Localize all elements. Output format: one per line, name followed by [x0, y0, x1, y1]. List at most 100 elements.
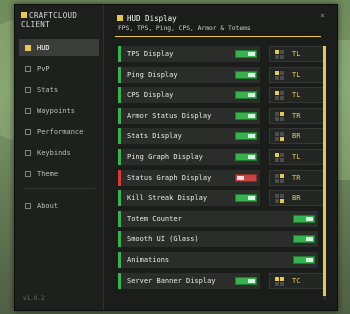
module-item[interactable]: Ping Graph Display [118, 149, 260, 165]
module-label: Totem Counter [127, 215, 182, 223]
module-label: Armor Status Display [127, 112, 212, 120]
module-toggle[interactable] [235, 132, 257, 140]
module-toggle[interactable] [235, 194, 257, 202]
position-grid-icon [275, 276, 284, 286]
position-label: TR [292, 112, 301, 120]
module-row: Smooth UI (Glass) [118, 231, 336, 247]
module-item[interactable]: TPS Display [118, 46, 260, 62]
client-window: CRAFTCLOUD CLIENT HUD PvP Stats Waypoint… [14, 4, 338, 311]
position-selector[interactable]: TL [269, 149, 325, 165]
module-toggle[interactable] [293, 256, 315, 264]
module-item[interactable]: Smooth UI (Glass) [118, 231, 318, 247]
module-label: Smooth UI (Glass) [127, 235, 199, 243]
module-toggle[interactable] [235, 153, 257, 161]
brand: CRAFTCLOUD CLIENT [21, 11, 77, 29]
position-grid-icon [275, 90, 284, 100]
sidebar-item-waypoints[interactable]: Waypoints [19, 102, 99, 119]
sidebar-item-label: About [37, 201, 59, 210]
sidebar-nav: HUD PvP Stats Waypoints Performance Keyb… [19, 39, 99, 218]
sidebar-item-about[interactable]: About [19, 197, 99, 214]
position-label: BR [292, 194, 301, 202]
position-selector[interactable]: BR [269, 128, 325, 144]
scrollbar-thumb[interactable] [323, 46, 326, 296]
module-item[interactable]: Server Banner Display [118, 273, 260, 289]
module-item[interactable]: CPS Display [118, 87, 260, 103]
brand-name: CRAFTCLOUD [29, 11, 78, 20]
position-selector[interactable]: TR [269, 170, 325, 186]
module-label: Ping Graph Display [127, 153, 203, 161]
position-label: TL [292, 71, 301, 79]
position-grid-icon [275, 193, 284, 203]
stats-icon [25, 86, 31, 93]
position-selector[interactable]: TL [269, 67, 325, 83]
module-label: Kill Streak Display [127, 194, 208, 202]
module-label: Animations [127, 256, 170, 264]
module-label: Status Graph Display [127, 174, 212, 182]
module-toggle[interactable] [235, 277, 257, 285]
theme-icon [25, 170, 31, 177]
position-grid-icon [275, 152, 284, 162]
brand-subtitle: CLIENT [21, 20, 50, 29]
module-label: Ping Display [127, 71, 178, 79]
module-item[interactable]: Kill Streak Display [118, 190, 260, 206]
sidebar-divider [23, 188, 95, 189]
sidebar-item-stats[interactable]: Stats [19, 81, 99, 98]
module-row: Kill Streak Display BR [118, 190, 336, 206]
sidebar-item-theme[interactable]: Theme [19, 165, 99, 182]
module-toggle[interactable] [235, 112, 257, 120]
close-icon[interactable]: × [320, 11, 325, 20]
position-selector[interactable]: TL [269, 46, 325, 62]
module-row: Animations [118, 252, 336, 268]
module-item[interactable]: Status Graph Display [118, 170, 260, 186]
module-item[interactable]: Totem Counter [118, 211, 318, 227]
position-label: TR [292, 174, 301, 182]
waypoints-icon [25, 107, 31, 114]
performance-icon [25, 128, 31, 135]
position-selector[interactable]: TL [269, 87, 325, 103]
module-item[interactable]: Stats Display [118, 128, 260, 144]
pvp-icon [25, 65, 31, 72]
module-item[interactable]: Armor Status Display [118, 108, 260, 124]
title-underline [115, 36, 321, 37]
sidebar-item-label: Keybinds [37, 148, 71, 157]
sidebar-item-label: PvP [37, 64, 50, 73]
module-row: Status Graph Display TR [118, 170, 336, 186]
module-row: CPS Display TL [118, 87, 336, 103]
module-row: Ping Graph Display TL [118, 149, 336, 165]
module-item[interactable]: Ping Display [118, 67, 260, 83]
sidebar-item-label: Performance [37, 127, 84, 136]
module-toggle[interactable] [235, 174, 257, 182]
module-item[interactable]: Animations [118, 252, 318, 268]
position-grid-icon [275, 111, 284, 121]
position-grid-icon [275, 70, 284, 80]
position-selector[interactable]: BR [269, 190, 325, 206]
position-label: BR [292, 132, 301, 140]
version-label: v1.0.2 [23, 295, 45, 302]
logo-icon [21, 12, 27, 18]
sidebar-item-label: HUD [37, 43, 50, 52]
keybinds-icon [25, 149, 31, 156]
module-row: TPS Display TL [118, 46, 336, 62]
sidebar-item-keybinds[interactable]: Keybinds [19, 144, 99, 161]
page-title: HUD Display [127, 14, 177, 23]
sidebar-item-label: Waypoints [37, 106, 75, 115]
module-toggle[interactable] [235, 71, 257, 79]
module-toggle[interactable] [235, 50, 257, 58]
position-grid-icon [275, 131, 284, 141]
sidebar-item-performance[interactable]: Performance [19, 123, 99, 140]
module-row: Stats Display BR [118, 128, 336, 144]
module-toggle[interactable] [293, 235, 315, 243]
module-row: Totem Counter [118, 211, 336, 227]
position-label: TC [292, 277, 301, 285]
page-subtitle: FPS, TPS, Ping, CPS, Armor & Totems [118, 25, 251, 32]
hud-section-icon [117, 15, 123, 21]
sidebar-item-pvp[interactable]: PvP [19, 60, 99, 77]
module-label: TPS Display [127, 50, 174, 58]
sidebar-item-hud[interactable]: HUD [19, 39, 99, 56]
module-toggle[interactable] [235, 91, 257, 99]
position-label: TL [292, 50, 301, 58]
position-selector[interactable]: TC [269, 273, 325, 289]
module-toggle[interactable] [293, 215, 315, 223]
position-selector[interactable]: TR [269, 108, 325, 124]
position-grid-icon [275, 49, 284, 59]
